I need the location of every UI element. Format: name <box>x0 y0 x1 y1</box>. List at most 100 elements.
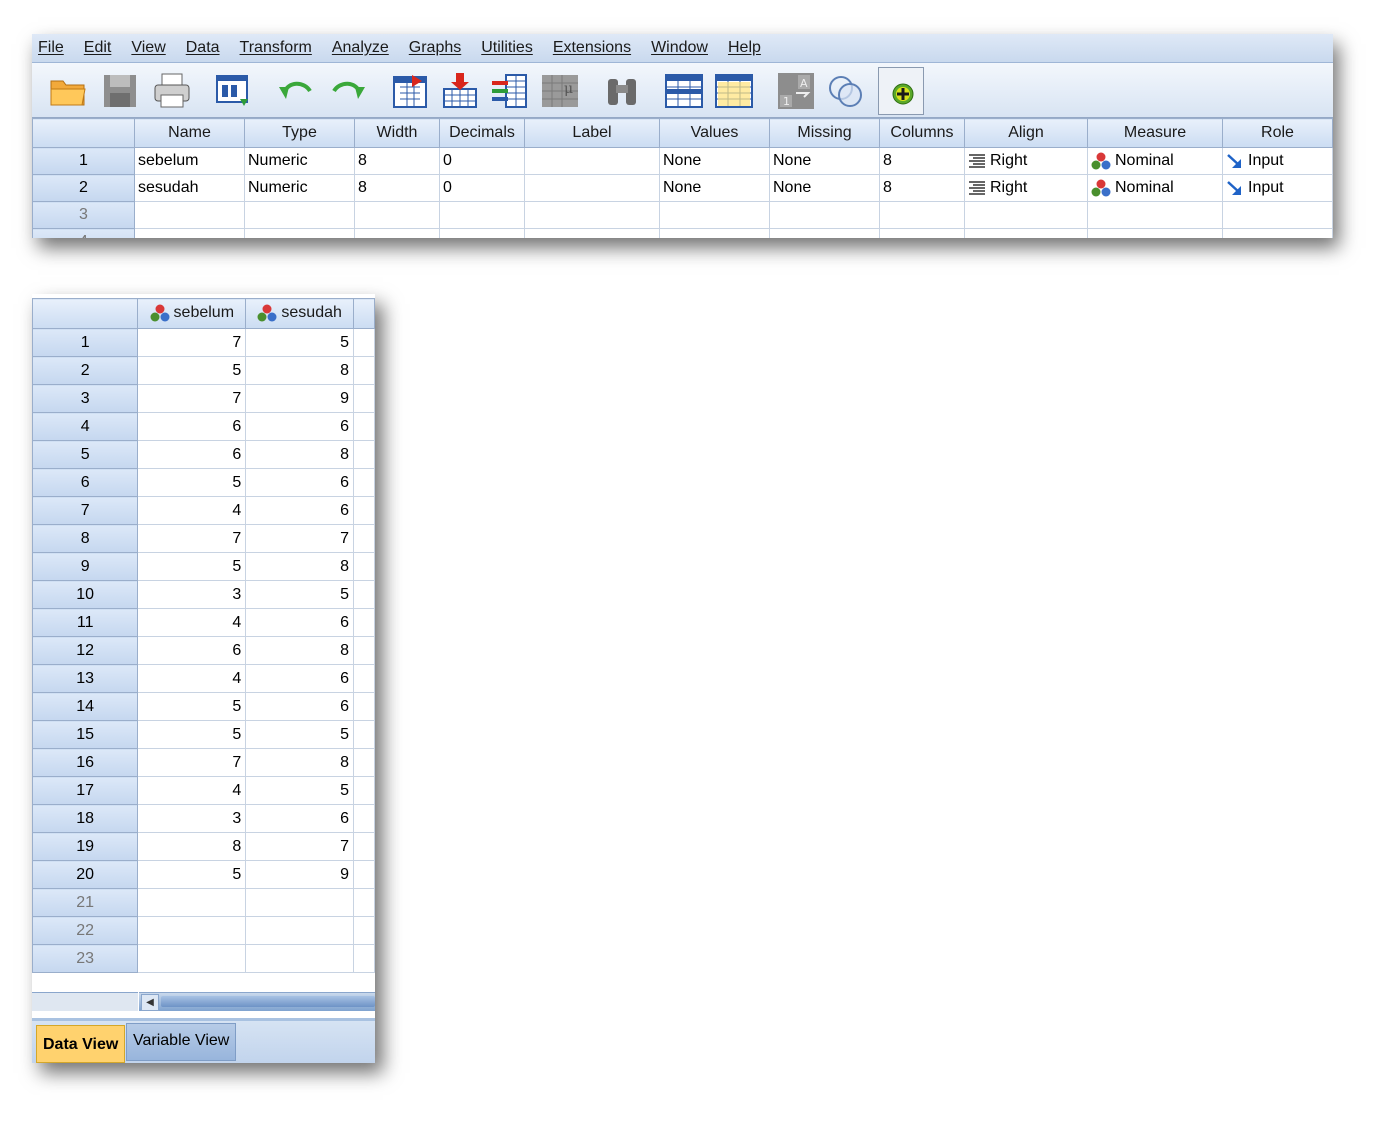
row-header[interactable]: 8 <box>32 524 139 553</box>
menu-window[interactable]: Window <box>651 39 708 57</box>
cell-align[interactable]: Right <box>964 147 1088 175</box>
row-header[interactable]: 3 <box>32 384 139 413</box>
cell-sebelum[interactable]: 4 <box>137 664 247 693</box>
cell-role[interactable]: Input <box>1222 174 1333 202</box>
row-header[interactable]: 18 <box>32 804 139 833</box>
empty-cell[interactable] <box>244 228 355 238</box>
row-header[interactable]: 23 <box>32 944 139 973</box>
menu-data[interactable]: Data <box>186 39 220 57</box>
scroll-left-icon[interactable]: ◀ <box>141 994 159 1011</box>
cell-sebelum[interactable]: 7 <box>137 384 247 413</box>
cell-sesudah[interactable]: 7 <box>245 524 355 553</box>
cell-sesudah[interactable]: 5 <box>245 720 355 749</box>
cell-values[interactable]: None <box>659 147 770 175</box>
corner-cell[interactable] <box>32 298 139 329</box>
empty-cell[interactable] <box>353 804 375 833</box>
horizontal-scrollbar[interactable]: ◀ <box>139 992 375 1011</box>
cell-sesudah[interactable]: 6 <box>245 468 355 497</box>
column-header-values[interactable]: Values <box>659 118 770 148</box>
row-header[interactable]: 21 <box>32 888 139 917</box>
cell-sesudah[interactable]: 8 <box>245 440 355 469</box>
cell-sebelum[interactable]: 5 <box>137 356 247 385</box>
column-header-type[interactable]: Type <box>244 118 355 148</box>
empty-cell[interactable] <box>137 916 247 945</box>
empty-cell[interactable] <box>879 228 965 238</box>
cell-columns[interactable]: 8 <box>879 174 965 202</box>
menu-utilities[interactable]: Utilities <box>481 39 533 57</box>
row-header[interactable]: 11 <box>32 608 139 637</box>
cell-decimals[interactable]: 0 <box>439 147 525 175</box>
corner-cell[interactable] <box>32 118 135 148</box>
cell-name[interactable]: sesudah <box>134 174 245 202</box>
empty-cell[interactable] <box>353 608 375 637</box>
column-header-role[interactable]: Role <box>1222 118 1333 148</box>
menu-analyze[interactable]: Analyze <box>332 39 389 57</box>
cell-decimals[interactable]: 0 <box>439 174 525 202</box>
cell-sebelum[interactable]: 6 <box>137 440 247 469</box>
insert-variable-icon[interactable] <box>714 71 754 111</box>
tab-variable-view[interactable]: Variable View <box>126 1023 237 1061</box>
row-header[interactable]: 19 <box>32 832 139 861</box>
empty-cell[interactable] <box>439 228 525 238</box>
menu-edit[interactable]: Edit <box>84 39 112 57</box>
cell-sebelum[interactable]: 6 <box>137 636 247 665</box>
row-header[interactable]: 3 <box>32 201 135 229</box>
empty-cell[interactable] <box>353 860 375 889</box>
column-header-name[interactable]: Name <box>134 118 245 148</box>
empty-cell[interactable] <box>134 201 245 229</box>
goto-variable-icon[interactable] <box>440 71 480 111</box>
cell-width[interactable]: 8 <box>354 147 440 175</box>
row-header[interactable]: 9 <box>32 552 139 581</box>
row-header[interactable]: 14 <box>32 692 139 721</box>
cell-name[interactable]: sebelum <box>134 147 245 175</box>
empty-cell[interactable] <box>353 636 375 665</box>
empty-cell[interactable] <box>353 692 375 721</box>
cell-sesudah[interactable]: 6 <box>245 608 355 637</box>
cell-sebelum[interactable]: 5 <box>137 692 247 721</box>
row-header[interactable]: 1 <box>32 328 139 357</box>
empty-cell[interactable] <box>354 201 440 229</box>
cell-sebelum[interactable]: 8 <box>137 832 247 861</box>
cell-measure[interactable]: Nominal <box>1087 174 1223 202</box>
cell-sesudah[interactable]: 8 <box>245 356 355 385</box>
row-header[interactable]: 6 <box>32 468 139 497</box>
empty-cell[interactable] <box>659 228 770 238</box>
empty-cell[interactable] <box>353 524 375 553</box>
empty-cell[interactable] <box>1222 228 1333 238</box>
cell-measure[interactable]: Nominal <box>1087 147 1223 175</box>
cell-sebelum[interactable]: 4 <box>137 496 247 525</box>
empty-cell[interactable] <box>353 944 375 973</box>
menu-help[interactable]: Help <box>728 39 761 57</box>
row-header[interactable]: 5 <box>32 440 139 469</box>
row-header[interactable]: 2 <box>32 356 139 385</box>
cell-align[interactable]: Right <box>964 174 1088 202</box>
menu-file[interactable]: File <box>38 39 64 57</box>
empty-cell[interactable] <box>659 201 770 229</box>
empty-cell[interactable] <box>879 201 965 229</box>
cell-sebelum[interactable]: 5 <box>137 720 247 749</box>
cell-sesudah[interactable]: 5 <box>245 580 355 609</box>
column-header-empty[interactable] <box>353 298 375 329</box>
cell-label[interactable] <box>524 174 660 202</box>
empty-cell[interactable] <box>524 228 660 238</box>
menu-extensions[interactable]: Extensions <box>553 39 631 57</box>
empty-cell[interactable] <box>769 201 880 229</box>
cell-type[interactable]: Numeric <box>244 174 355 202</box>
print-icon[interactable] <box>152 71 192 111</box>
menu-view[interactable]: View <box>131 39 165 57</box>
column-header-measure[interactable]: Measure <box>1087 118 1223 148</box>
empty-cell[interactable] <box>137 944 247 973</box>
cell-sebelum[interactable]: 7 <box>137 748 247 777</box>
cell-sesudah[interactable]: 9 <box>245 384 355 413</box>
empty-cell[interactable] <box>353 328 375 357</box>
row-header[interactable]: 7 <box>32 496 139 525</box>
empty-cell[interactable] <box>1087 201 1223 229</box>
cell-missing[interactable]: None <box>769 147 880 175</box>
column-header-decimals[interactable]: Decimals <box>439 118 525 148</box>
cell-sesudah[interactable]: 5 <box>245 328 355 357</box>
scrollbar-thumb[interactable] <box>161 996 375 1007</box>
empty-cell[interactable] <box>245 944 355 973</box>
empty-cell[interactable] <box>439 201 525 229</box>
tab-data-view[interactable]: Data View <box>36 1025 126 1063</box>
cell-sesudah[interactable]: 7 <box>245 832 355 861</box>
